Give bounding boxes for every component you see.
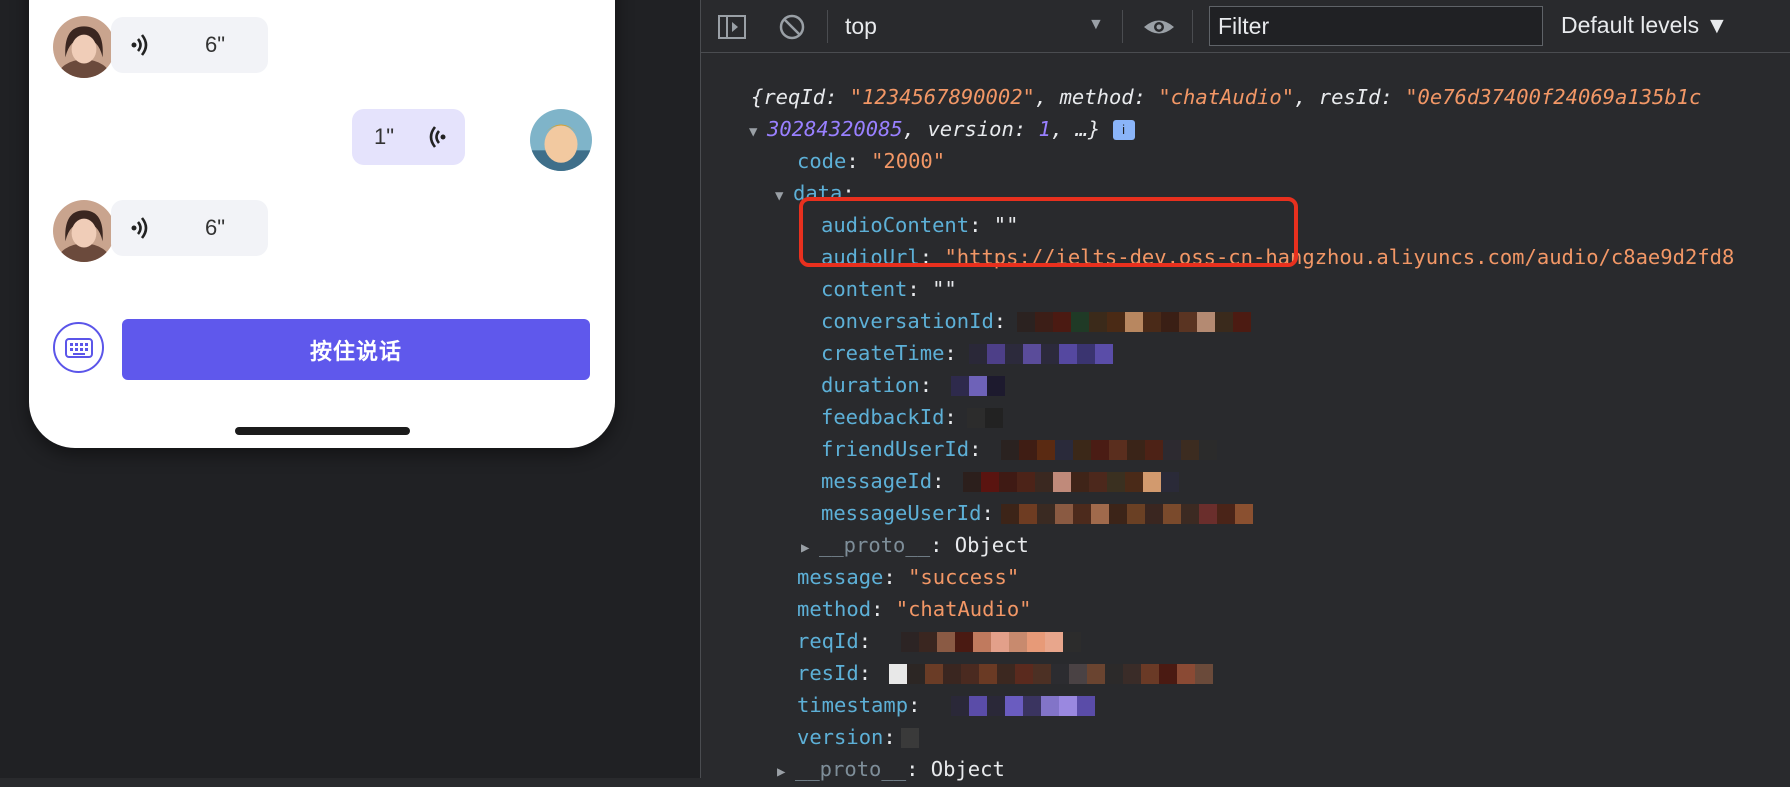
prop-messageUserId: messageUserId: <box>821 501 994 525</box>
voice-wave-icon <box>131 217 148 239</box>
redacted-value <box>1001 504 1253 524</box>
prop-messageId: messageId: <box>821 469 945 493</box>
prop-timestamp: timestamp: <box>797 693 921 717</box>
app-preview-panel: 6" 1" 6" 按住说话 <box>0 0 700 778</box>
redacted-value <box>901 728 919 748</box>
prop-duration: duration: <box>821 373 933 397</box>
prop-content: content: "" <box>821 277 957 301</box>
prop-proto-inner[interactable]: ▶ __proto__: Object <box>801 530 1029 560</box>
object-summary-cont[interactable]: ▼ 30284320085, version: 1, …} i <box>749 114 1135 144</box>
voice-message-bubble[interactable]: 1" <box>352 109 465 165</box>
filter-input[interactable] <box>1209 6 1543 46</box>
voice-duration: 6" <box>205 215 226 240</box>
toolbar-divider <box>1122 10 1123 43</box>
voice-message-bubble[interactable]: 6" <box>111 200 268 256</box>
info-icon[interactable]: i <box>1112 120 1135 140</box>
redacted-value <box>889 664 1213 684</box>
context-label: top <box>845 12 877 39</box>
prop-method: method: "chatAudio" <box>797 597 1032 621</box>
redacted-value <box>951 376 1005 396</box>
prop-proto-outer[interactable]: ▶ __proto__: Object <box>777 754 1005 784</box>
friend-avatar[interactable] <box>53 200 115 262</box>
hold-to-talk-button[interactable]: 按住说话 <box>122 319 590 380</box>
prop-conversationId: conversationId: <box>821 309 1007 333</box>
keyboard-icon <box>64 337 93 358</box>
home-indicator <box>235 427 410 435</box>
phone-screen: 6" 1" 6" 按住说话 <box>29 0 615 448</box>
redacted-value <box>901 632 1081 652</box>
object-summary[interactable]: {reqId: "1234567890002", method: "chatAu… <box>751 82 1701 112</box>
voice-duration: 6" <box>205 32 226 57</box>
prop-reqId: reqId: <box>797 629 872 653</box>
friend-avatar[interactable] <box>53 16 115 78</box>
expand-triangle-icon[interactable]: ▶ <box>801 533 819 563</box>
prop-code: code: "2000" <box>797 149 946 173</box>
eye-icon[interactable] <box>1142 12 1176 42</box>
clear-console-icon[interactable] <box>777 12 807 42</box>
log-levels-dropdown[interactable]: Default levels ▼ <box>1561 12 1728 39</box>
redacted-value <box>969 344 1113 364</box>
prop-createTime: createTime: <box>821 341 957 365</box>
prop-friendUserId: friendUserId: <box>821 437 982 461</box>
dropdown-arrow-icon: ▼ <box>1088 16 1104 33</box>
sidebar-toggle-icon[interactable] <box>717 12 747 42</box>
context-selector[interactable]: top <box>845 8 1105 44</box>
collapse-triangle-icon[interactable]: ▼ <box>775 181 793 211</box>
console-output: {reqId: "1234567890002", method: "chatAu… <box>701 54 1790 781</box>
redacted-value <box>963 472 1179 492</box>
voice-message-bubble[interactable]: 6" <box>111 17 268 73</box>
toolbar-divider <box>1192 10 1193 43</box>
devtools-console-panel: top ▼ Default levels ▼ {reqId: "12345678… <box>700 0 1790 781</box>
console-toolbar: top ▼ Default levels ▼ <box>701 0 1790 53</box>
highlight-box <box>799 197 1298 267</box>
voice-wave-icon <box>429 126 446 148</box>
redacted-value <box>1017 312 1251 332</box>
prop-feedbackId: feedbackId: <box>821 405 957 429</box>
voice-duration: 1" <box>374 124 395 149</box>
prop-resId: resId: <box>797 661 872 685</box>
voice-wave-icon <box>131 34 148 56</box>
prop-message: message: "success" <box>797 565 1020 589</box>
expand-triangle-icon[interactable]: ▶ <box>777 757 795 787</box>
redacted-value <box>951 696 1095 716</box>
redacted-value <box>1001 440 1217 460</box>
prop-version: version: <box>797 725 896 749</box>
user-avatar[interactable] <box>530 109 592 171</box>
redacted-value <box>967 408 1003 428</box>
keyboard-toggle-button[interactable] <box>53 322 104 373</box>
toolbar-divider <box>827 10 828 43</box>
collapse-triangle-icon[interactable]: ▼ <box>749 117 767 147</box>
